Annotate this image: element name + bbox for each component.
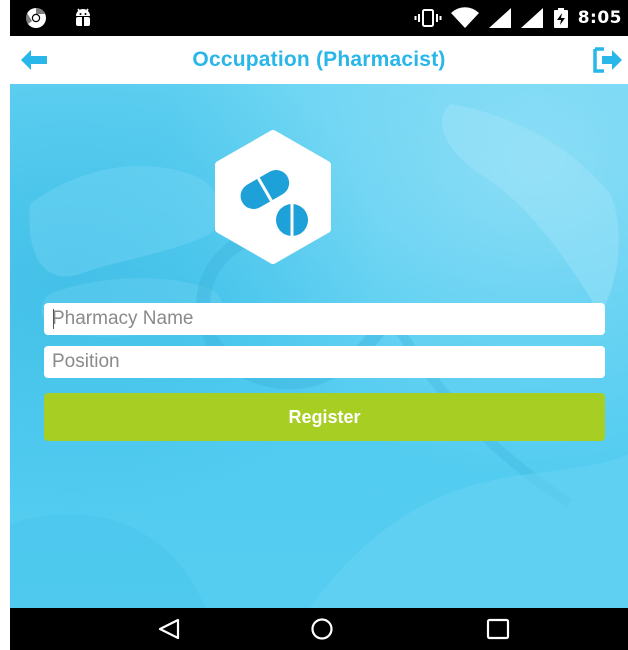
vibrate-icon [414,7,442,29]
wifi-icon [450,7,480,29]
status-bar: 8:05 [10,0,628,36]
phone-screen: 8:05 Occupation (Pharmacist) Pharmacy Na… [0,0,628,650]
battery-charging-icon [552,7,570,29]
nav-home-icon [308,618,336,645]
android-debug-icon [72,6,94,30]
register-button[interactable]: Register [44,393,605,441]
pharmacy-name-input[interactable] [44,303,605,335]
text-cursor [53,309,54,329]
position-input[interactable] [44,346,605,378]
logout-button[interactable] [592,46,624,74]
status-time: 8:05 [577,8,622,28]
page-title: Occupation (Pharmacist) [192,48,446,71]
nav-back-button[interactable] [156,617,184,641]
registration-panel: Register [10,84,628,608]
logout-icon [592,47,624,78]
app-logo [206,130,340,264]
chrome-icon [24,6,48,30]
app-header: Occupation (Pharmacist) [10,36,628,84]
status-right-icons: 8:05 [414,5,622,31]
navigation-bar [10,608,628,650]
signal-icon [488,7,512,29]
nav-recents-icon [484,618,512,645]
signal-icon [520,7,544,29]
nav-home-button[interactable] [308,617,336,641]
status-left-icons [24,6,94,30]
nav-back-icon [156,618,184,645]
nav-recents-button[interactable] [484,617,512,641]
